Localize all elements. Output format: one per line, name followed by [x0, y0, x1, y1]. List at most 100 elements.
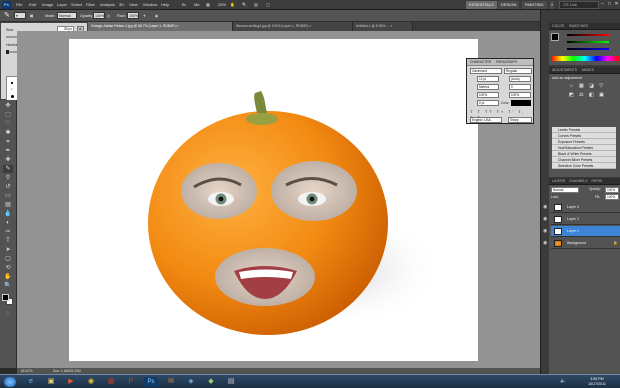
layer-visibility-eye-icon[interactable]: ◉ [543, 216, 550, 223]
tab-orange-document[interactable]: Orange-Adrian-Rebec-1.jpg @ 66.7% (Layer… [88, 22, 233, 31]
gradient-tool-icon[interactable]: ▤ [3, 201, 13, 209]
volume-icon[interactable]: 🔈 [560, 378, 566, 384]
anti-alias-select[interactable]: Sharp [508, 117, 532, 123]
dodge-tool-icon[interactable]: ◐ [3, 219, 13, 227]
layer-row[interactable]: ◉ Layer 2 [543, 226, 620, 237]
character-tab[interactable]: CHARACTER [470, 60, 491, 64]
3d-rotate-tool-icon[interactable]: ⟲ [3, 264, 13, 272]
menu-help[interactable]: Help [161, 0, 169, 10]
arrange-documents-icon[interactable]: ▤ [254, 0, 258, 10]
zoom-icon[interactable]: 🔍 [242, 0, 247, 10]
start-button-icon[interactable] [4, 377, 16, 387]
move-tool-icon[interactable]: ✥ [3, 102, 13, 110]
menu-3d[interactable]: 3D [119, 0, 124, 10]
document-canvas[interactable] [69, 39, 478, 361]
masks-tab[interactable]: MASKS [582, 68, 594, 72]
powerpoint-icon[interactable]: P [124, 377, 138, 387]
mode-select[interactable]: Normal [57, 12, 77, 19]
photoshop-taskbar-icon[interactable]: Ps [144, 377, 158, 387]
quick-select-tool-icon[interactable]: ✱ [3, 129, 13, 137]
brush-tool-icon[interactable]: ✎ [4, 12, 10, 20]
menu-image[interactable]: Image [42, 0, 53, 10]
font-family-select[interactable]: Garamond [470, 68, 502, 74]
quick-mask-icon[interactable]: ◌ [3, 310, 13, 318]
toggle-brush-panel-icon[interactable]: ▦ [30, 12, 33, 20]
layer-opacity-field[interactable]: 100% [605, 187, 619, 193]
swatches-tab[interactable]: SWATCHES [569, 24, 588, 28]
brush-preset-8[interactable] [10, 94, 14, 98]
clone-stamp-tool-icon[interactable]: ⚲ [3, 174, 13, 182]
tab-untitled[interactable]: Untitled-1 @ 8.33% ... × [353, 22, 413, 31]
menu-edit[interactable]: Edit [29, 0, 36, 10]
baseline-shift-field[interactable]: 0 pt [477, 100, 499, 106]
brush-preset-picker[interactable]: ▾ [14, 12, 26, 19]
hand-tool-icon[interactable]: ✋ [3, 273, 13, 281]
type-tool-icon[interactable]: T [3, 237, 13, 245]
menu-view[interactable]: View [129, 0, 138, 10]
eraser-tool-icon[interactable]: ▭ [3, 192, 13, 200]
minimize-icon[interactable]: – [599, 0, 606, 9]
menu-layer[interactable]: Layer [57, 0, 67, 10]
shape-tool-icon[interactable]: ▢ [3, 255, 13, 263]
adjustment-preset-row[interactable]: Selective Color Presets [552, 163, 616, 169]
more-workspaces-button[interactable]: » [550, 1, 555, 9]
layer-visibility-eye-icon[interactable]: ◉ [543, 240, 550, 247]
adjustment-icons[interactable]: ☼ ▦ ◪ ▽ ◩ ⚖ ◧ ▣ [569, 82, 617, 100]
cs-live-button[interactable]: CS Live [559, 1, 599, 9]
app-icon-gray[interactable]: ▤ [224, 377, 238, 387]
tracking-field[interactable]: 0 [509, 84, 531, 90]
view-extras-icon[interactable]: ▦ [206, 0, 210, 10]
healing-brush-tool-icon[interactable]: ✚ [3, 156, 13, 164]
brush-preset-0[interactable] [11, 82, 13, 84]
chrome-icon[interactable]: ◉ [84, 377, 98, 387]
brush-tool-icon-selected[interactable]: ✎ [3, 165, 13, 173]
pressure-opacity-icon[interactable]: ◎ [107, 12, 110, 20]
zoom-tool-icon[interactable]: 🔍 [3, 282, 13, 290]
ie-icon[interactable]: e [24, 377, 38, 387]
pen-tool-icon[interactable]: ✑ [3, 228, 13, 236]
crop-tool-icon[interactable]: ⌗ [3, 138, 13, 146]
path-selection-tool-icon[interactable]: ➤ [3, 246, 13, 254]
screen-mode-icon[interactable]: ▢ [266, 0, 270, 10]
green-slider[interactable] [567, 41, 609, 43]
taskbar-clock[interactable]: 3:59 PM 10/17/2011 [580, 377, 614, 387]
eyedropper-tool-icon[interactable]: ✒ [3, 147, 13, 155]
marquee-tool-icon[interactable]: ⬚ [3, 111, 13, 119]
adjustments-tab[interactable]: ADJUSTMENTS [552, 68, 577, 72]
blur-tool-icon[interactable]: 💧 [3, 210, 13, 218]
paths-tab[interactable]: PATHS [592, 179, 603, 183]
menu-filter[interactable]: Filter [86, 0, 95, 10]
color-tab[interactable]: COLOR [552, 24, 564, 28]
explorer-icon[interactable]: ▣ [44, 377, 58, 387]
app-icon-green[interactable]: ◆ [204, 377, 218, 387]
canvas-area[interactable] [17, 31, 540, 368]
opacity-field[interactable]: 100% [93, 12, 105, 19]
zoom-level-select[interactable]: 25% [218, 0, 226, 10]
menu-analysis[interactable]: Analysis [100, 0, 115, 10]
workspace-design-button[interactable]: DESIGN [498, 1, 520, 9]
menu-file[interactable]: File [16, 0, 22, 10]
close-icon[interactable]: ✕ [613, 0, 620, 9]
lasso-tool-icon[interactable]: ➰ [3, 120, 13, 128]
vertical-scale-field[interactable]: 100% [477, 92, 499, 98]
bridge-icon[interactable]: Br [182, 0, 186, 10]
flow-field[interactable]: 100% [127, 12, 139, 19]
workspace-painting-button[interactable]: PAINTING [522, 1, 547, 9]
color-ramp[interactable] [551, 56, 619, 61]
text-color-swatch[interactable] [511, 100, 531, 106]
blend-mode-select[interactable]: Normal [551, 187, 579, 193]
layers-tab[interactable]: LAYERS [552, 179, 565, 183]
tab-woman-smiling[interactable]: Woman smiling2.jpg @ 100% (Layer 1, RGB/… [233, 22, 353, 31]
horizontal-scale-field[interactable]: 100% [509, 92, 531, 98]
layer-visibility-eye-icon[interactable]: ◉ [543, 204, 550, 211]
language-select[interactable]: English: USA [470, 117, 502, 123]
kerning-field[interactable]: Metrics [477, 84, 499, 90]
fill-field[interactable]: 100% [605, 194, 619, 200]
font-size-field[interactable]: 12 pt [477, 76, 499, 82]
history-brush-tool-icon[interactable]: ↺ [3, 183, 13, 191]
app-icon-orange[interactable]: ✉ [164, 377, 178, 387]
pressure-size-icon[interactable]: ◉ [155, 12, 158, 20]
foreground-color-fill[interactable] [2, 294, 9, 301]
channels-tab[interactable]: CHANNELS [569, 179, 587, 183]
hand-icon[interactable]: ✋ [230, 0, 235, 10]
